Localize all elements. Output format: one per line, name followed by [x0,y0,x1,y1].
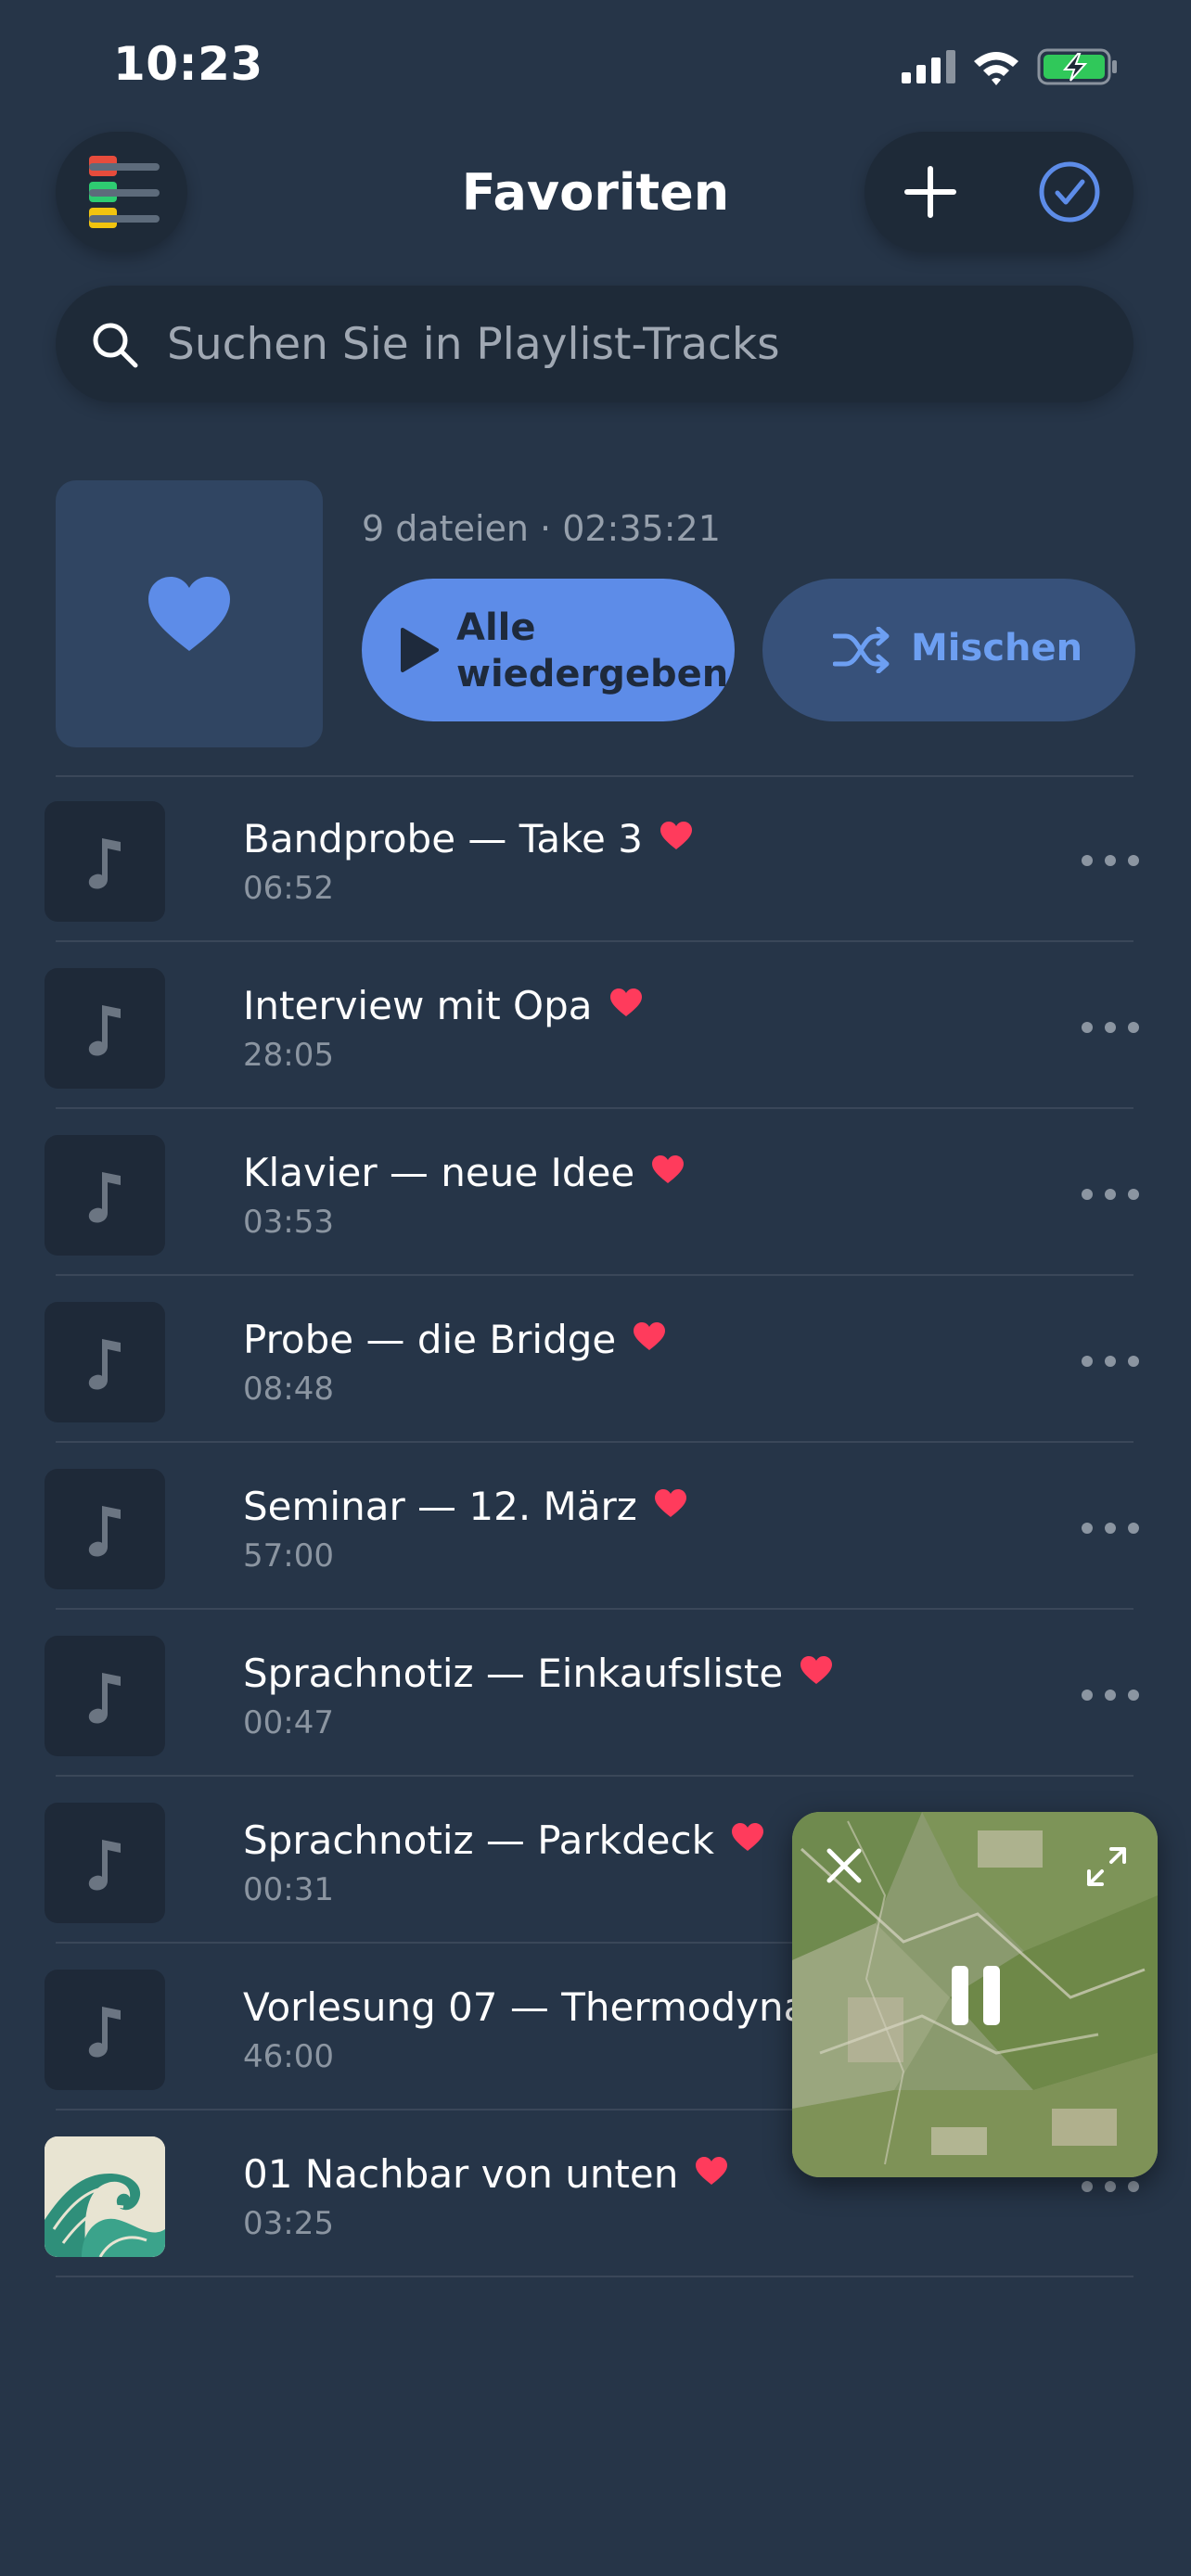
playlist-meta: 9 dateien · 02:35:21 [362,508,721,549]
track-row[interactable]: Seminar — 12. März 57:00 [0,1445,1191,1612]
select-check-icon[interactable] [1037,159,1102,224]
battery-charging-icon [1037,48,1117,85]
expand-icon[interactable] [1083,1843,1130,1890]
music-note-icon [88,1840,121,1891]
more-options-icon[interactable] [1082,1189,1139,1202]
favorite-heart-icon[interactable] [695,2156,728,2186]
cellular-signal-icon [902,50,955,83]
track-title-row: 01 Nachbar von unten [243,2151,728,2197]
list-divider [56,940,1133,942]
track-row[interactable]: Bandprobe — Take 3 06:52 [0,777,1191,944]
track-thumb [45,801,165,922]
list-divider [56,1775,1133,1777]
more-options-icon[interactable] [1082,855,1139,868]
music-note-icon [88,1172,121,1223]
header-actions [864,132,1133,252]
track-thumb [45,1469,165,1589]
track-title-row: Interview mit Opa [243,983,643,1028]
wave-artwork-icon [45,2136,165,2257]
music-note-icon [88,1339,121,1390]
track-title: Sprachnotiz — Einkaufsliste [243,1651,784,1696]
shuffle-label: Mischen [911,627,1083,670]
track-duration: 28:05 [243,1037,334,1074]
track-thumb [45,1135,165,1256]
track-title: Interview mit Opa [243,983,593,1028]
track-duration: 06:52 [243,870,334,907]
music-note-icon [88,1673,121,1724]
music-note-icon [88,838,121,889]
album-art [45,2136,165,2257]
wifi-icon [974,52,1018,85]
favorite-heart-icon[interactable] [731,1822,764,1852]
search-field[interactable]: Suchen Sie in Playlist-Tracks [56,286,1133,402]
track-title: Bandprobe — Take 3 [243,816,643,861]
track-duration: 00:31 [243,1871,334,1908]
play-all-label-line1: Alle [456,606,536,649]
track-thumb [45,968,165,1089]
more-options-icon[interactable] [1082,1690,1139,1702]
pause-icon[interactable] [950,1964,1002,2027]
track-title-row: Probe — die Bridge [243,1317,666,1362]
search-icon [93,323,138,368]
track-thumb [45,1970,165,2090]
close-icon[interactable] [824,1845,864,1886]
add-icon[interactable] [898,159,963,224]
track-row[interactable]: Interview mit Opa 28:05 [0,944,1191,1111]
favorite-heart-icon[interactable] [651,1154,685,1184]
more-options-icon[interactable] [1082,2181,1139,2194]
playlist-cover [56,480,323,747]
favorite-heart-icon[interactable] [609,988,643,1017]
track-title-row: Sprachnotiz — Parkdeck [243,1817,764,1863]
favorite-heart-icon[interactable] [633,1321,666,1351]
track-duration: 03:25 [243,2205,334,2242]
track-title-row: Sprachnotiz — Einkaufsliste [243,1651,833,1696]
list-divider [56,1274,1133,1276]
list-divider [56,2276,1133,2277]
list-divider [56,1107,1133,1109]
track-title: 01 Nachbar von unten [243,2151,679,2197]
track-title-row: Bandprobe — Take 3 [243,816,693,861]
track-duration: 00:47 [243,1704,334,1741]
play-all-button[interactable]: Alle wiedergeben [362,579,735,721]
track-duration: 46:00 [243,2038,334,2075]
list-divider [56,1608,1133,1610]
more-options-icon[interactable] [1082,1022,1139,1035]
more-options-icon[interactable] [1082,1356,1139,1369]
track-row[interactable]: Probe — die Bridge 08:48 [0,1278,1191,1445]
track-row[interactable]: Sprachnotiz — Einkaufsliste 00:47 [0,1612,1191,1779]
track-duration: 03:53 [243,1204,334,1241]
track-title: Sprachnotiz — Parkdeck [243,1817,714,1863]
status-time: 10:23 [113,37,263,91]
favorite-heart-icon[interactable] [800,1655,833,1685]
music-note-icon [88,1506,121,1557]
track-thumb [45,1636,165,1756]
music-note-icon [88,2007,121,2058]
track-title: Klavier — neue Idee [243,1150,635,1195]
track-title: Probe — die Bridge [243,1317,617,1362]
favorite-heart-icon[interactable] [660,821,693,850]
track-title-row: Seminar — 12. März [243,1484,687,1529]
track-title-row: Vorlesung 07 — Thermodyna [243,1984,807,2030]
heart-icon [148,577,230,651]
track-duration: 57:00 [243,1537,334,1575]
list-divider [56,1441,1133,1443]
track-thumb [45,1302,165,1422]
play-all-label-line2: wiedergeben [456,653,729,695]
search-placeholder: Suchen Sie in Playlist-Tracks [167,319,780,370]
more-options-icon[interactable] [1082,1523,1139,1536]
music-note-icon [88,1005,121,1056]
play-all-label: Alle wiedergeben [456,605,729,697]
shuffle-icon [833,627,890,673]
track-title-row: Klavier — neue Idee [243,1150,685,1195]
play-icon [401,628,439,672]
track-thumb [45,1803,165,1923]
favorite-heart-icon[interactable] [654,1488,687,1518]
mini-player[interactable] [792,1812,1158,2177]
track-title: Vorlesung 07 — Thermodyna [243,1984,808,2030]
track-title: Seminar — 12. März [243,1484,637,1529]
shuffle-button[interactable]: Mischen [762,579,1135,721]
track-row[interactable]: Klavier — neue Idee 03:53 [0,1111,1191,1278]
track-duration: 08:48 [243,1371,334,1408]
